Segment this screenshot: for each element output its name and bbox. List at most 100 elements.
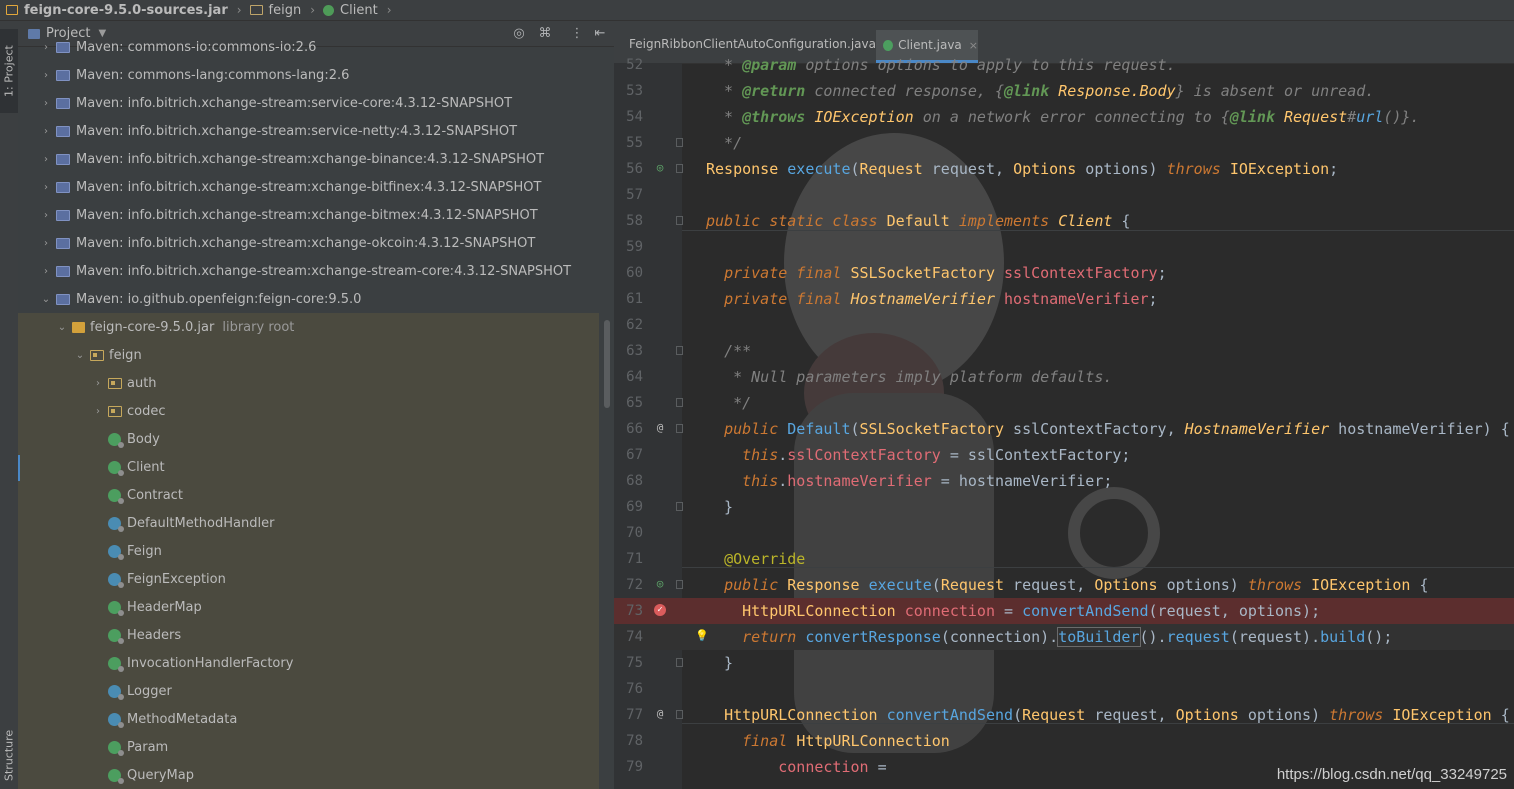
close-icon[interactable]: × [969, 39, 978, 52]
fold-marker-icon[interactable] [676, 346, 683, 355]
code-line[interactable]: 62 [614, 312, 1514, 338]
code-line[interactable]: 67 this.sslContextFactory = sslContextFa… [614, 442, 1514, 468]
tree-item[interactable]: ⌄ Maven: io.github.openfeign:feign-core:9… [18, 285, 599, 313]
chevron-right-icon[interactable]: › [40, 182, 52, 193]
project-tool-tab[interactable]: 1: Project [0, 29, 18, 113]
code-line[interactable]: 53 * @return connected response, {@link … [614, 78, 1514, 104]
tree-item[interactable]: › auth [18, 369, 599, 397]
chevron-right-icon[interactable]: › [40, 154, 52, 165]
tree-item[interactable]: InvocationHandlerFactory [18, 649, 599, 677]
code-line[interactable]: 69 } [614, 494, 1514, 520]
tree-item[interactable]: › Maven: info.bitrich.xchange-stream:xcha… [18, 229, 599, 257]
tree-item[interactable]: MethodMetadata [18, 705, 599, 733]
folder-icon [249, 5, 263, 15]
code-line[interactable]: 61 private final HostnameVerifier hostna… [614, 286, 1514, 312]
project-scrollbar[interactable] [604, 320, 610, 408]
tree-item[interactable]: HeaderMap [18, 593, 599, 621]
class-icon [108, 712, 124, 728]
code-text: return convertResponse(connection).toBui… [742, 627, 1393, 647]
breadcrumb-package[interactable]: feign [269, 3, 302, 18]
tree-item[interactable]: › Maven: info.bitrich.xchange-stream:xcha… [18, 145, 599, 173]
chevron-down-icon[interactable]: ⌄ [74, 350, 86, 361]
breadcrumb-class[interactable]: Client [340, 3, 378, 18]
code-line[interactable]: 77 HttpURLConnection convertAndSend(Requ… [614, 702, 1514, 728]
fold-marker-icon[interactable] [676, 398, 683, 407]
tree-item[interactable]: › Maven: info.bitrich.xchange-stream:xcha… [18, 257, 599, 285]
code-line[interactable]: 59 [614, 234, 1514, 260]
tree-item[interactable]: › Maven: info.bitrich.xchange-stream:xcha… [18, 173, 599, 201]
code-line[interactable]: 78 final HttpURLConnection [614, 728, 1514, 754]
chevron-right-icon[interactable]: › [40, 70, 52, 81]
code-text: @Override [724, 550, 806, 568]
code-line[interactable]: 63 /** [614, 338, 1514, 364]
chevron-right-icon[interactable]: › [40, 238, 52, 249]
tree-item[interactable]: Client [18, 453, 599, 481]
code-line[interactable]: 70 [614, 520, 1514, 546]
fold-marker-icon[interactable] [676, 658, 683, 667]
chevron-right-icon[interactable]: › [92, 406, 104, 417]
fold-marker-icon[interactable] [676, 502, 683, 511]
tree-item[interactable]: › Maven: commons-io:commons-io:2.6 [18, 33, 599, 61]
code-line[interactable]: 57 [614, 182, 1514, 208]
tree-item[interactable]: ⌄ feign [18, 341, 599, 369]
library-icon [56, 265, 70, 277]
code-line[interactable]: 73 HttpURLConnection connection = conver… [614, 598, 1514, 624]
tree-item[interactable]: QueryMap [18, 761, 599, 789]
chevron-down-icon[interactable]: ⌄ [40, 294, 52, 305]
code-line[interactable]: 58 public static class Default implements… [614, 208, 1514, 234]
code-line[interactable]: 76 [614, 676, 1514, 702]
tree-item[interactable]: Headers [18, 621, 599, 649]
tree-item[interactable]: FeignException [18, 565, 599, 593]
chevron-right-icon[interactable]: › [40, 42, 52, 53]
tree-item[interactable]: Feign [18, 537, 599, 565]
code-line[interactable]: 68 this.hostnameVerifier = hostnameVerif… [614, 468, 1514, 494]
chevron-right-icon[interactable]: › [40, 98, 52, 109]
implementations-icon[interactable]: ◎ [654, 161, 666, 174]
line-number: 75 [626, 655, 643, 671]
annotation-icon[interactable]: @ [654, 421, 666, 434]
tree-item[interactable]: › Maven: info.bitrich.xchange-stream:serv… [18, 117, 599, 145]
override-icon[interactable]: ◎ [654, 577, 666, 590]
structure-tool-tab[interactable]: Structure [0, 721, 18, 789]
tree-item[interactable]: Contract [18, 481, 599, 509]
tree-item[interactable]: Body [18, 425, 599, 453]
fold-marker-icon[interactable] [676, 216, 683, 225]
code-line[interactable]: 54 * @throws IOException on a network er… [614, 104, 1514, 130]
code-line[interactable]: 66 public Default(SSLSocketFactory sslCo… [614, 416, 1514, 442]
code-line[interactable]: 71 @Override [614, 546, 1514, 572]
chevron-down-icon[interactable]: ⌄ [56, 322, 68, 333]
code-line[interactable]: 55 */ [614, 130, 1514, 156]
chevron-right-icon[interactable]: › [40, 210, 52, 221]
fold-marker-icon[interactable] [676, 138, 683, 147]
code-line[interactable]: 72 public Response execute(Request reque… [614, 572, 1514, 598]
annotation-icon[interactable]: @ [654, 707, 666, 720]
tree-item[interactable]: › Maven: info.bitrich.xchange-stream:xcha… [18, 201, 599, 229]
tree-item-label: DefaultMethodHandler [127, 515, 275, 531]
interface-icon [108, 740, 124, 756]
code-line[interactable]: 74 return convertResponse(connection).to… [614, 624, 1514, 650]
chevron-right-icon[interactable]: › [40, 126, 52, 137]
fold-marker-icon[interactable] [676, 710, 683, 719]
tree-item[interactable]: Param [18, 733, 599, 761]
code-line[interactable]: 52 * @param options options to apply to … [614, 52, 1514, 78]
code-line[interactable]: 65 */ [614, 390, 1514, 416]
tree-item[interactable]: DefaultMethodHandler [18, 509, 599, 537]
chevron-right-icon[interactable]: › [40, 266, 52, 277]
fold-marker-icon[interactable] [676, 424, 683, 433]
intention-bulb-icon[interactable]: 💡 [695, 629, 709, 642]
tree-item[interactable]: ⌄ feign-core-9.5.0.jar library root [18, 313, 599, 341]
code-line[interactable]: 64 * Null parameters imply platform defa… [614, 364, 1514, 390]
code-line[interactable]: 56 Response execute(Request request, Opti… [614, 156, 1514, 182]
breadcrumb-jar[interactable]: feign-core-9.5.0-sources.jar [24, 3, 228, 18]
code-text: HttpURLConnection connection = convertAn… [742, 602, 1321, 620]
breakpoint-icon[interactable]: ✓ [654, 604, 666, 616]
fold-marker-icon[interactable] [676, 580, 683, 589]
fold-marker-icon[interactable] [676, 164, 683, 173]
tree-item[interactable]: › Maven: info.bitrich.xchange-stream:serv… [18, 89, 599, 117]
chevron-right-icon[interactable]: › [92, 378, 104, 389]
tree-item[interactable]: Logger [18, 677, 599, 705]
code-line[interactable]: 75 } [614, 650, 1514, 676]
tree-item[interactable]: › codec [18, 397, 599, 425]
code-line[interactable]: 60 private final SSLSocketFactory sslCon… [614, 260, 1514, 286]
tree-item[interactable]: › Maven: commons-lang:commons-lang:2.6 [18, 61, 599, 89]
